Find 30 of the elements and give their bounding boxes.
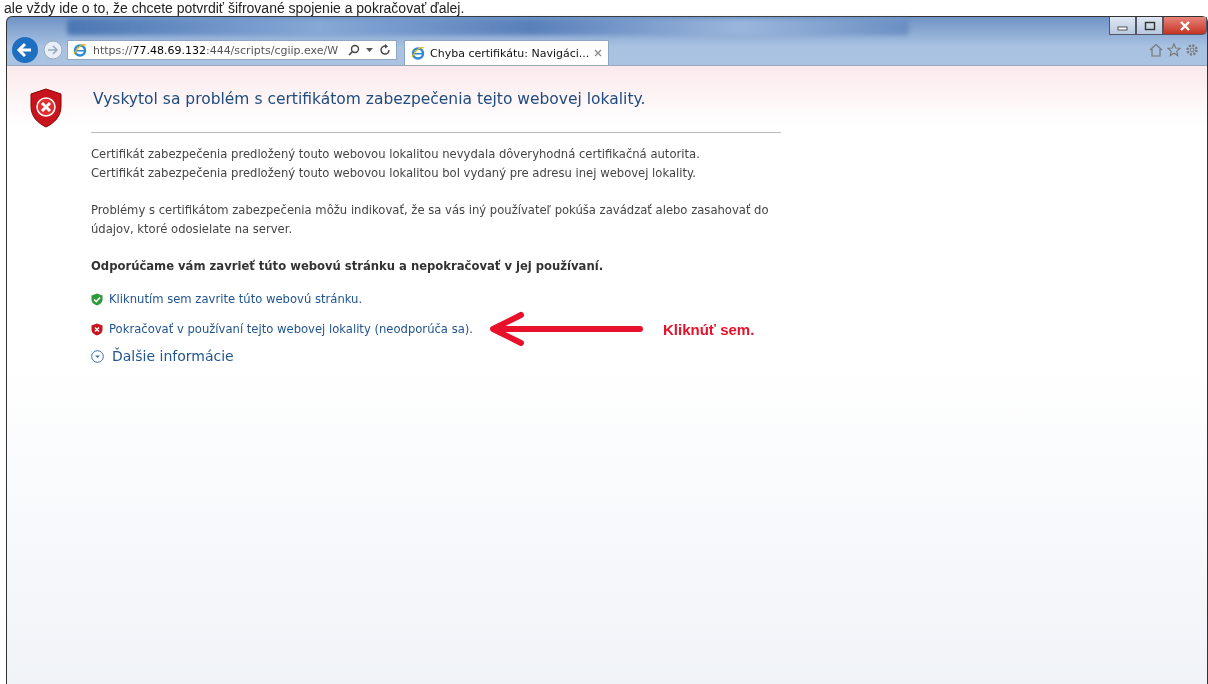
tab-title: Chyba certifikátu: Navigáci... (430, 46, 590, 60)
paragraph-text: Problémy s certifikátom zabezpečenia môžu indikovať, že sa vás iný používateľ pokúša zavádzať alebo zasahovať do údajov, ktoré odosielate na server. (91, 202, 770, 238)
close-button[interactable] (1163, 17, 1207, 35)
page-link[interactable]: Pokračovať v používaní tejto webovej lokality (neodporúča sa). (109, 322, 473, 336)
annotation-text: Kliknúť sem. (663, 320, 755, 338)
more-info-link[interactable]: Ďalšie informácie (91, 348, 234, 364)
close-tab-icon[interactable] (594, 49, 603, 57)
address-bar[interactable]: https://77.48.69.132:444/scripts/cgiip.exe/W (67, 40, 397, 60)
back-button[interactable] (11, 36, 39, 64)
recommendation-text: Odporúčame vám zavrieť túto webovú stránku a nepokračovať v jej používaní. (91, 258, 605, 275)
browser-icon (411, 46, 425, 60)
star-icon[interactable] (1167, 43, 1181, 57)
search-icon[interactable] (348, 44, 360, 56)
maximize-icon (1143, 20, 1156, 31)
error-shield-icon (91, 322, 103, 336)
close-icon (1179, 20, 1191, 31)
paragraph-text: Certifikát zabezpečenia predložený touto webovou lokalitou nevydala dôveryhodná certifikačná autorita. (91, 146, 701, 163)
expand-icon (91, 349, 104, 363)
maximize-button[interactable] (1136, 17, 1163, 35)
paragraph-text: Certifikát zabezpečenia predložený touto webovou lokalitou bol vydaný pre adresu inej webovej lokality. (91, 165, 697, 182)
browser-icon (73, 43, 87, 57)
error-heading: Vyskytol sa problém s certifikátom zabezpečenia tejto webovej lokality. (93, 90, 647, 108)
safe-shield-icon (91, 292, 103, 306)
error-shield-icon (29, 88, 63, 128)
caption-text: ale vždy ide o to, že chcete potvrdiť šifrované spojenie a pokračovať ďalej. (3, 0, 466, 16)
minimize-button[interactable] (1109, 17, 1136, 35)
dropdown-icon[interactable] (366, 47, 373, 53)
page-link[interactable]: Kliknutím sem zavrite túto webovú stránku. (109, 292, 363, 306)
browser-tab[interactable]: Chyba certifikátu: Navigáci... (404, 40, 610, 65)
refresh-icon[interactable] (379, 44, 391, 56)
